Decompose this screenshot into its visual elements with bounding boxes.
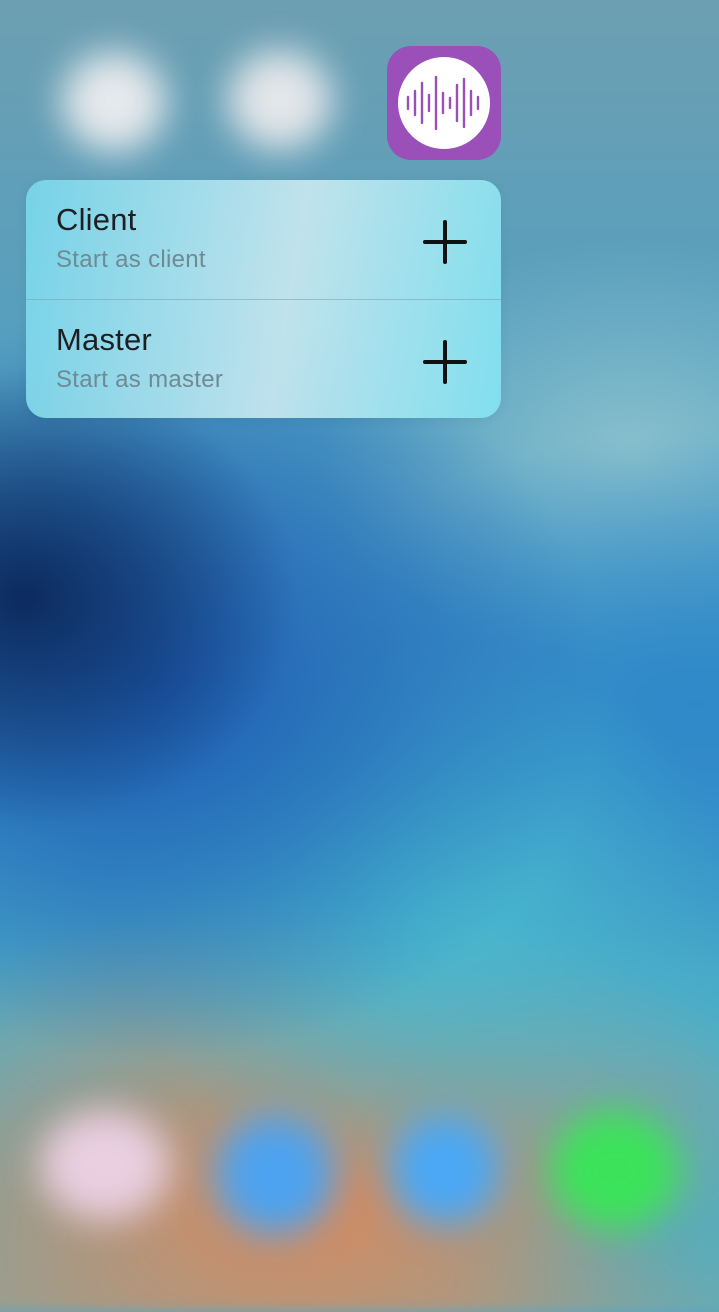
quick-action-master[interactable]: Master Start as master	[26, 299, 501, 418]
sound-wave-icon	[406, 75, 480, 131]
quick-action-subtitle: Start as master	[56, 366, 224, 393]
blurred-dock-icon	[390, 1115, 500, 1225]
blurred-app-icon	[228, 50, 332, 150]
quick-actions-menu: Client Start as client Master Start as m…	[26, 180, 501, 418]
quick-action-subtitle: Start as client	[56, 246, 206, 273]
plus-icon	[423, 340, 467, 384]
blurred-dock-icon	[40, 1110, 170, 1220]
plus-icon	[423, 220, 467, 264]
app-icon[interactable]	[387, 46, 501, 160]
blurred-app-icon	[62, 52, 166, 152]
blurred-dock-icon	[215, 1115, 335, 1235]
quick-action-client[interactable]: Client Start as client	[26, 180, 501, 299]
app-icon-disc	[398, 57, 490, 149]
quick-action-title: Client	[56, 202, 137, 237]
quick-action-title: Master	[56, 322, 152, 357]
blurred-dock-icon	[550, 1110, 680, 1230]
